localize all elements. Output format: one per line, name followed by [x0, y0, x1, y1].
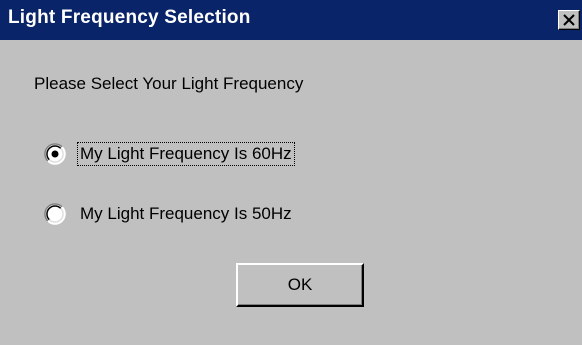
radio-unselected-icon[interactable] [44, 203, 66, 225]
radio-selected-icon[interactable] [44, 143, 66, 165]
ok-button[interactable]: OK [236, 263, 364, 307]
close-button[interactable] [558, 10, 580, 30]
close-icon [563, 14, 575, 26]
option-50hz[interactable]: My Light Frequency Is 50Hz [44, 201, 294, 227]
option-60hz[interactable]: My Light Frequency Is 60Hz [44, 141, 295, 167]
window-title: Light Frequency Selection [8, 7, 251, 28]
prompt-text: Please Select Your Light Frequency [34, 74, 304, 93]
title-bar[interactable]: Light Frequency Selection [0, 0, 582, 40]
option-60hz-label[interactable]: My Light Frequency Is 60Hz [77, 142, 295, 166]
option-50hz-label[interactable]: My Light Frequency Is 50Hz [78, 203, 294, 225]
dialog-window: Light Frequency Selection Please Select … [0, 0, 582, 345]
